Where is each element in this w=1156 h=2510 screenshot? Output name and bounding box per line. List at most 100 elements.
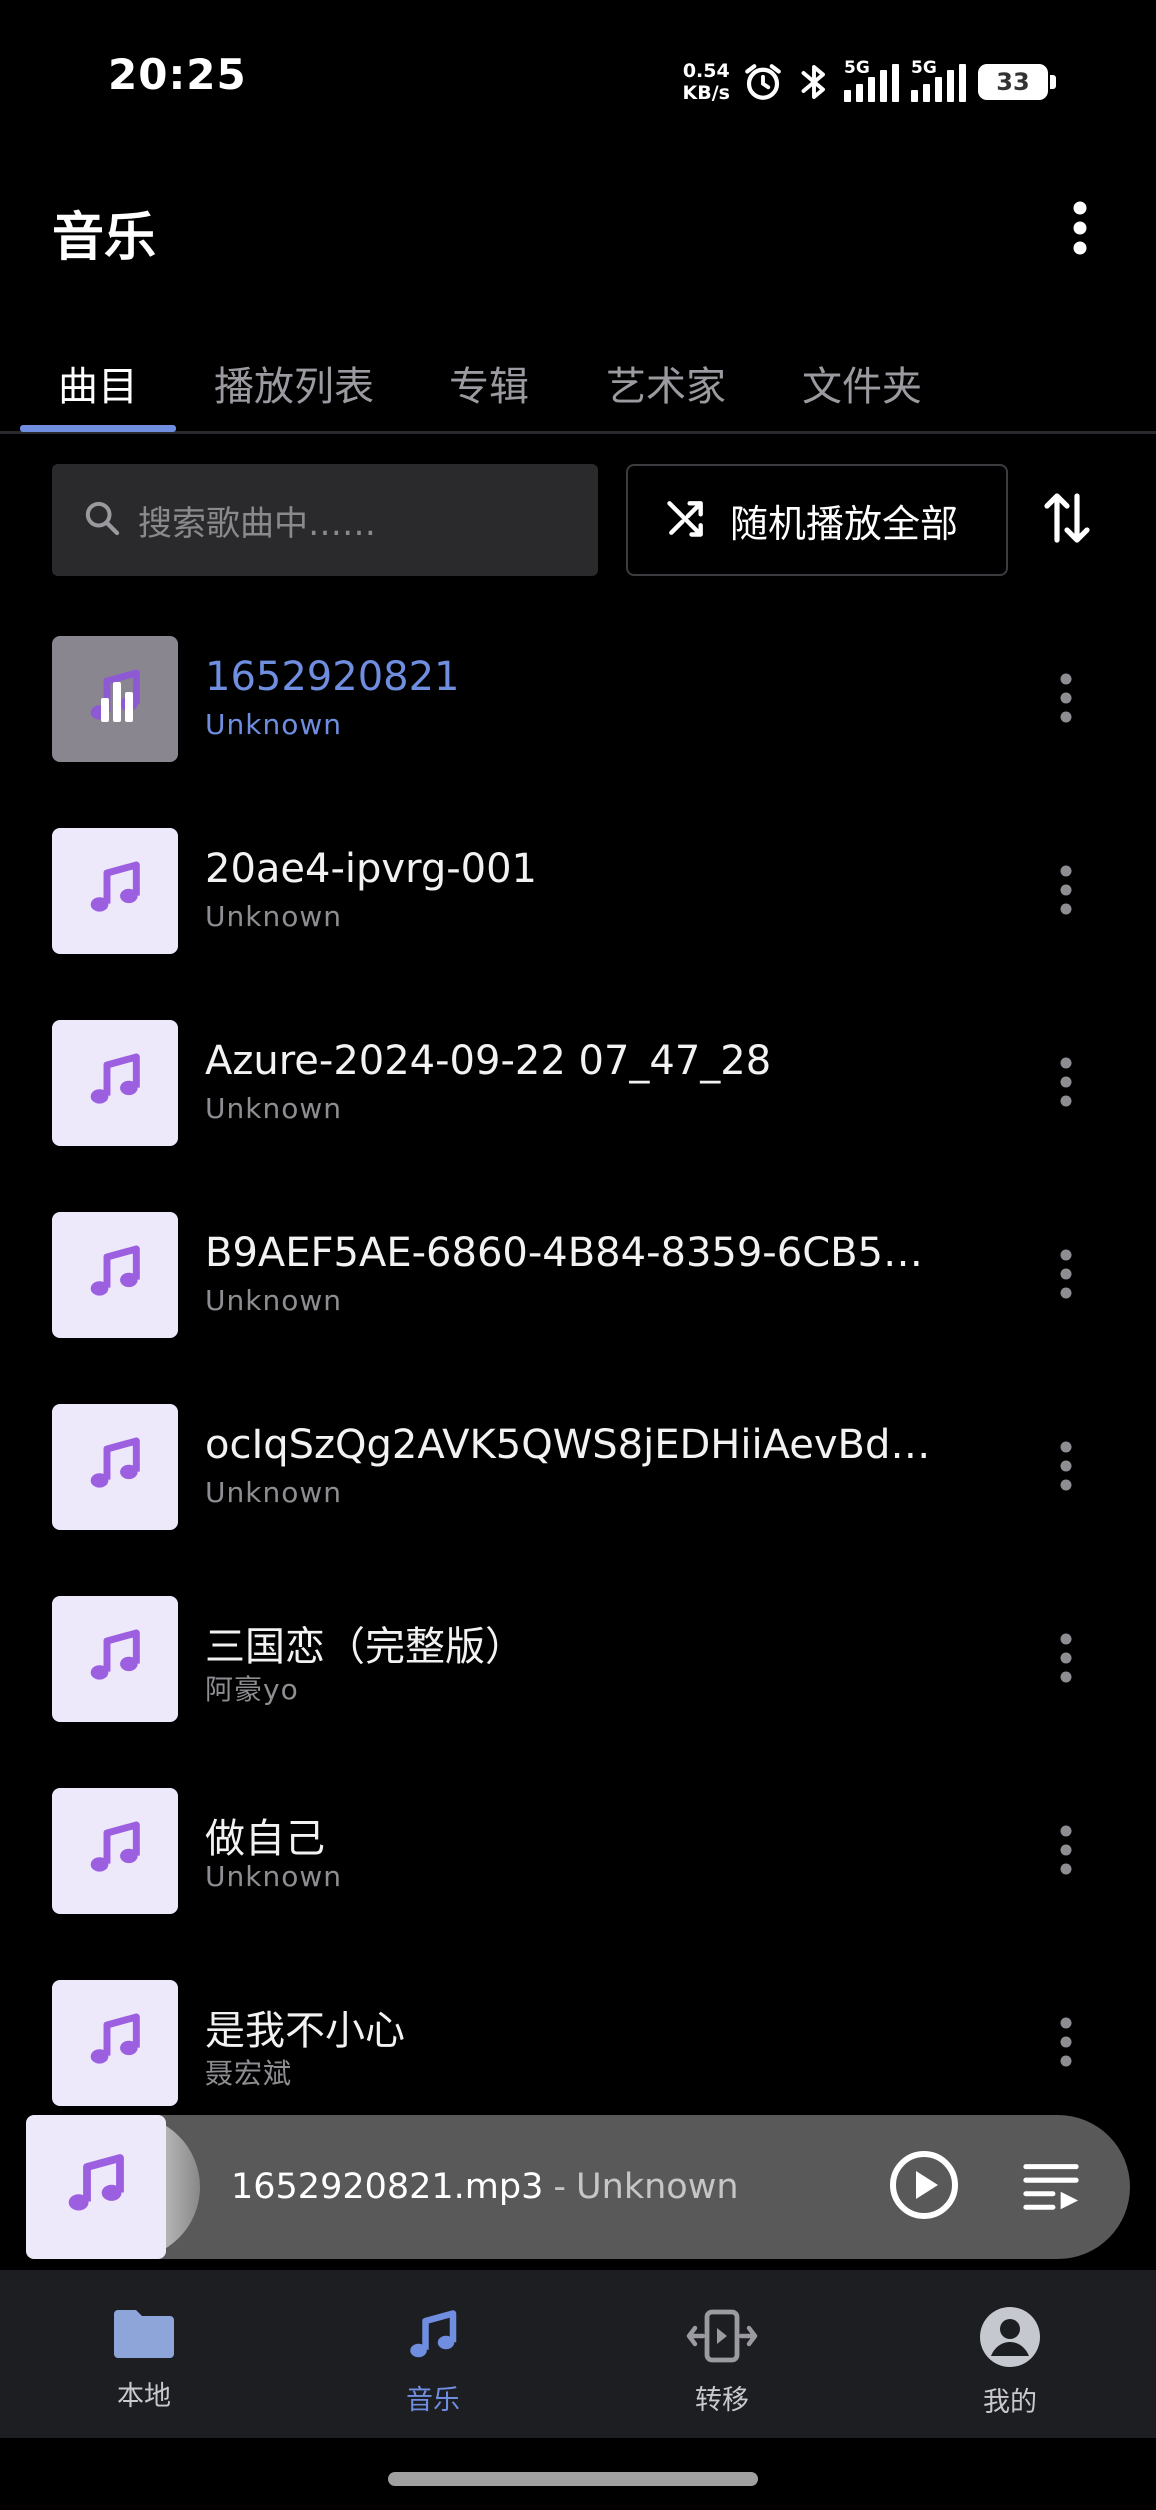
bluetooth-icon xyxy=(796,61,832,103)
nav-label: 本地 xyxy=(117,2381,171,2412)
song-title: Azure-2024-09-22 07_47_28 xyxy=(205,1038,772,1084)
tab-tracks[interactable]: 曲目 xyxy=(58,335,138,431)
song-title: 1652920821 xyxy=(205,654,460,700)
transfer-icon xyxy=(685,2306,759,2370)
more-vert-icon xyxy=(1059,1632,1073,1688)
album-thumb xyxy=(52,1212,178,1338)
album-thumb xyxy=(52,1980,178,2106)
song-row[interactable]: 20ae4-ipvrg-001 Unknown xyxy=(0,828,1156,1020)
more-vert-icon xyxy=(1059,1824,1073,1880)
song-more-button[interactable] xyxy=(1034,664,1098,736)
app-root: 20:25 0.54 KB/s 5G 5G 33 音乐 曲目 播放列表 专辑 艺… xyxy=(0,0,1156,2510)
shuffle-all-label: 随机播放全部 xyxy=(730,501,959,546)
music-note-icon xyxy=(83,1433,147,1501)
song-artist: Unknown xyxy=(205,900,342,933)
queue-button[interactable] xyxy=(1016,2153,1086,2223)
nav-music[interactable]: 音乐 xyxy=(333,2270,533,2438)
search-icon xyxy=(82,498,122,542)
tab-folders[interactable]: 文件夹 xyxy=(802,335,922,431)
battery-level: 33 xyxy=(996,68,1030,96)
song-title: 20ae4-ipvrg-001 xyxy=(205,846,537,892)
music-note-icon xyxy=(403,2306,463,2370)
album-thumb xyxy=(52,1596,178,1722)
song-title: B9AEF5AE-6860-4B84-8359-6CB521… xyxy=(205,1230,945,1276)
status-bar: 20:25 0.54 KB/s 5G 5G 33 xyxy=(0,0,1156,160)
song-title: 是我不小心 xyxy=(205,2008,405,2054)
nav-label: 我的 xyxy=(983,2387,1037,2418)
song-row[interactable]: 做自己 Unknown xyxy=(0,1788,1156,1980)
alarm-icon xyxy=(742,61,784,103)
status-icons: 0.54 KB/s 5G 5G 33 xyxy=(682,54,1056,110)
album-thumb xyxy=(52,828,178,954)
more-vert-icon xyxy=(1059,672,1073,728)
song-title: 做自己 xyxy=(205,1816,325,1862)
song-row[interactable]: 1652920821 Unknown xyxy=(0,636,1156,828)
song-artist: Unknown xyxy=(205,1284,342,1317)
song-more-button[interactable] xyxy=(1034,856,1098,928)
mini-player[interactable]: 1652920821.mp3 - Unknown xyxy=(26,2115,1130,2259)
music-note-icon xyxy=(83,1625,147,1693)
music-note-icon xyxy=(60,2149,132,2225)
net-speed-unit: KB/s xyxy=(682,82,730,104)
nav-local[interactable]: 本地 xyxy=(44,2270,244,2438)
tab-indicator xyxy=(20,425,176,432)
music-note-icon xyxy=(83,1241,147,1309)
song-row[interactable]: 三国恋（完整版） 阿豪yo xyxy=(0,1596,1156,1788)
album-thumb xyxy=(52,1788,178,1914)
nav-label: 转移 xyxy=(695,2385,749,2416)
song-more-button[interactable] xyxy=(1034,1624,1098,1696)
page-title: 音乐 xyxy=(52,208,157,268)
song-artist: Unknown xyxy=(205,1476,342,1509)
folder-icon xyxy=(112,2306,176,2366)
signal-icon: 5G xyxy=(911,58,966,102)
search-input[interactable]: 搜索歌曲中…… xyxy=(52,464,598,576)
album-thumb xyxy=(52,1404,178,1530)
home-indicator[interactable] xyxy=(388,2472,758,2486)
tab-albums[interactable]: 专辑 xyxy=(449,335,529,431)
song-more-button[interactable] xyxy=(1034,1816,1098,1888)
now-playing-info: 1652920821.mp3 - Unknown xyxy=(231,2115,739,2259)
nav-transfer[interactable]: 转移 xyxy=(622,2270,822,2438)
more-vert-icon xyxy=(1059,1440,1073,1496)
nav-profile[interactable]: 我的 xyxy=(910,2270,1110,2438)
signal-icon: 5G xyxy=(844,58,899,102)
bottom-navigation: 本地 音乐 转移 我的 xyxy=(0,2270,1156,2438)
song-title: ocIqSzQg2AVK5QWS8jEDHiiAevBdF6Q… xyxy=(205,1422,945,1468)
now-playing-artist: Unknown xyxy=(576,2167,739,2207)
tab-playlists[interactable]: 播放列表 xyxy=(214,335,374,431)
song-artist: Unknown xyxy=(205,1092,342,1125)
song-more-button[interactable] xyxy=(1034,1432,1098,1504)
more-vert-icon xyxy=(1059,1056,1073,1112)
sort-button[interactable] xyxy=(1036,484,1098,556)
music-note-icon xyxy=(83,1817,147,1885)
battery-icon: 33 xyxy=(978,64,1056,100)
signal-label: 5G xyxy=(844,58,870,78)
shuffle-all-button[interactable]: 随机播放全部 xyxy=(626,464,1008,576)
more-options-button[interactable] xyxy=(1040,190,1120,270)
song-row[interactable]: B9AEF5AE-6860-4B84-8359-6CB521… Unknown xyxy=(0,1212,1156,1404)
net-speed-value: 0.54 xyxy=(682,60,730,82)
song-more-button[interactable] xyxy=(1034,1048,1098,1120)
status-time: 20:25 xyxy=(108,50,247,99)
shuffle-icon xyxy=(664,496,708,544)
signal-label: 5G xyxy=(911,58,937,78)
more-vert-icon xyxy=(1070,200,1090,260)
sort-icon xyxy=(1043,487,1091,553)
more-vert-icon xyxy=(1059,2016,1073,2072)
play-button[interactable] xyxy=(886,2149,962,2225)
nav-label: 音乐 xyxy=(406,2385,460,2416)
now-playing-icon xyxy=(100,676,134,726)
song-row[interactable]: Azure-2024-09-22 07_47_28 Unknown xyxy=(0,1020,1156,1212)
music-note-icon xyxy=(83,2009,147,2077)
album-thumb xyxy=(52,1020,178,1146)
song-more-button[interactable] xyxy=(1034,2008,1098,2080)
song-row[interactable]: ocIqSzQg2AVK5QWS8jEDHiiAevBdF6Q… Unknown xyxy=(0,1404,1156,1596)
song-artist: 阿豪yo xyxy=(205,1673,299,1706)
song-more-button[interactable] xyxy=(1034,1240,1098,1312)
now-playing-separator: - xyxy=(553,2167,567,2207)
tab-artists[interactable]: 艺术家 xyxy=(606,335,726,431)
play-circle-icon xyxy=(888,2149,960,2225)
more-vert-icon xyxy=(1059,864,1073,920)
song-artist: Unknown xyxy=(205,1860,342,1893)
account-icon xyxy=(979,2306,1041,2372)
